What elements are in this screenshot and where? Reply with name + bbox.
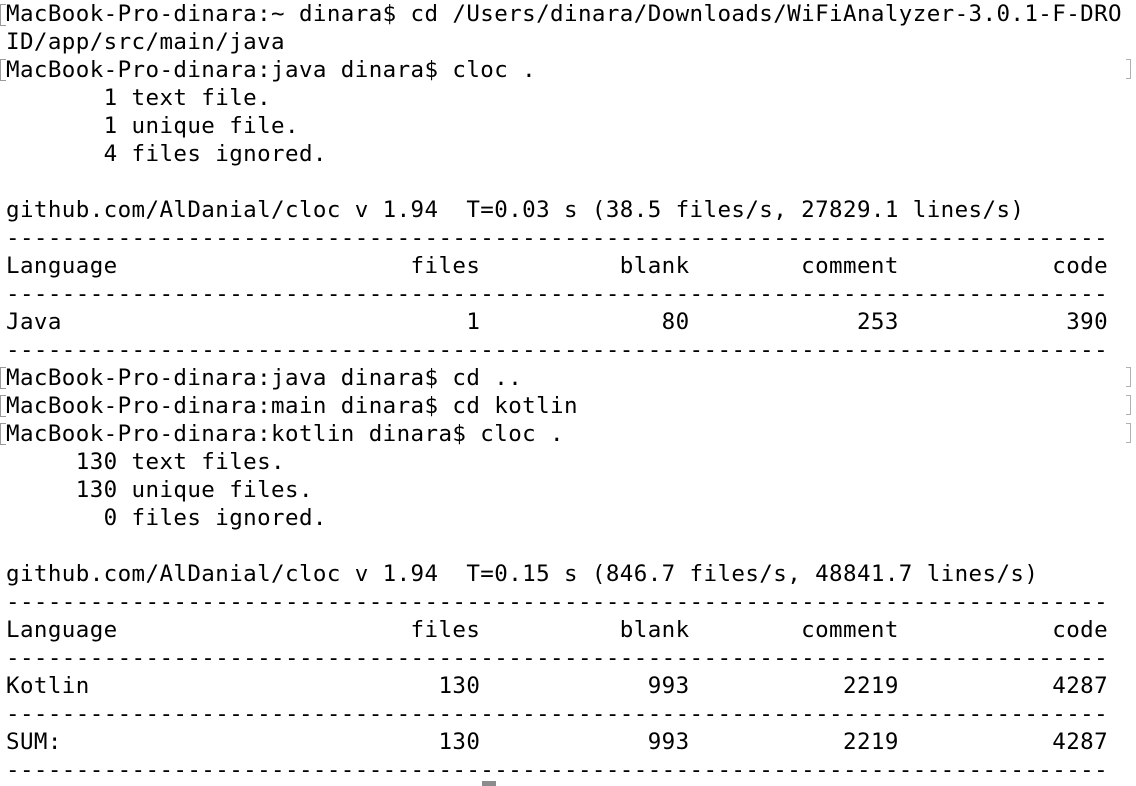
table-header-row: Language files blank comment code bbox=[6, 253, 1109, 279]
table-row: Kotlin 130 993 2219 4287 bbox=[6, 673, 1109, 699]
command-line: MacBook-Pro-dinara:java dinara$ cd .. bbox=[6, 365, 523, 391]
table-separator: ----------------------------------------… bbox=[6, 645, 1109, 671]
prompt-marker bbox=[1126, 423, 1131, 443]
table-separator: ----------------------------------------… bbox=[6, 225, 1109, 251]
command-line: ID/app/src/main/java bbox=[6, 29, 286, 55]
table-sum-row: SUM: 130 993 2219 4287 bbox=[6, 729, 1109, 755]
output-line: github.com/AlDanial/cloc v 1.94 T=0.15 s… bbox=[6, 561, 1039, 587]
output-line: 4 files ignored. bbox=[6, 141, 327, 167]
output-line: 130 text files. bbox=[6, 449, 286, 475]
output-line: 1 text file. bbox=[6, 85, 272, 111]
table-separator: ----------------------------------------… bbox=[6, 281, 1109, 307]
output-line: 0 files ignored. bbox=[6, 505, 327, 531]
prompt-marker bbox=[1126, 59, 1131, 79]
output-line: 130 unique files. bbox=[6, 477, 313, 503]
output-line: github.com/AlDanial/cloc v 1.94 T=0.03 s… bbox=[6, 197, 1025, 223]
table-separator: ----------------------------------------… bbox=[6, 337, 1109, 363]
table-separator: ----------------------------------------… bbox=[6, 757, 1109, 783]
output-line: 1 unique file. bbox=[6, 113, 299, 139]
table-header-row: Language files blank comment code bbox=[6, 617, 1109, 643]
prompt-marker bbox=[1126, 395, 1131, 415]
table-separator: ----------------------------------------… bbox=[6, 589, 1109, 615]
command-line: MacBook-Pro-dinara:java dinara$ cloc . bbox=[6, 57, 537, 83]
command-line: MacBook-Pro-dinara:kotlin dinara$ cloc . bbox=[6, 421, 565, 447]
table-separator: ----------------------------------------… bbox=[6, 701, 1109, 727]
table-row: Java 1 80 253 390 bbox=[6, 309, 1109, 335]
prompt-marker bbox=[1126, 367, 1131, 387]
command-line: MacBook-Pro-dinara:main dinara$ cd kotli… bbox=[6, 393, 578, 419]
command-line: MacBook-Pro-dinara:~ dinara$ cd /Users/d… bbox=[6, 1, 1123, 27]
terminal-window[interactable]: MacBook-Pro-dinara:~ dinara$ cd /Users/d… bbox=[0, 0, 1136, 786]
text-cursor bbox=[482, 781, 496, 786]
